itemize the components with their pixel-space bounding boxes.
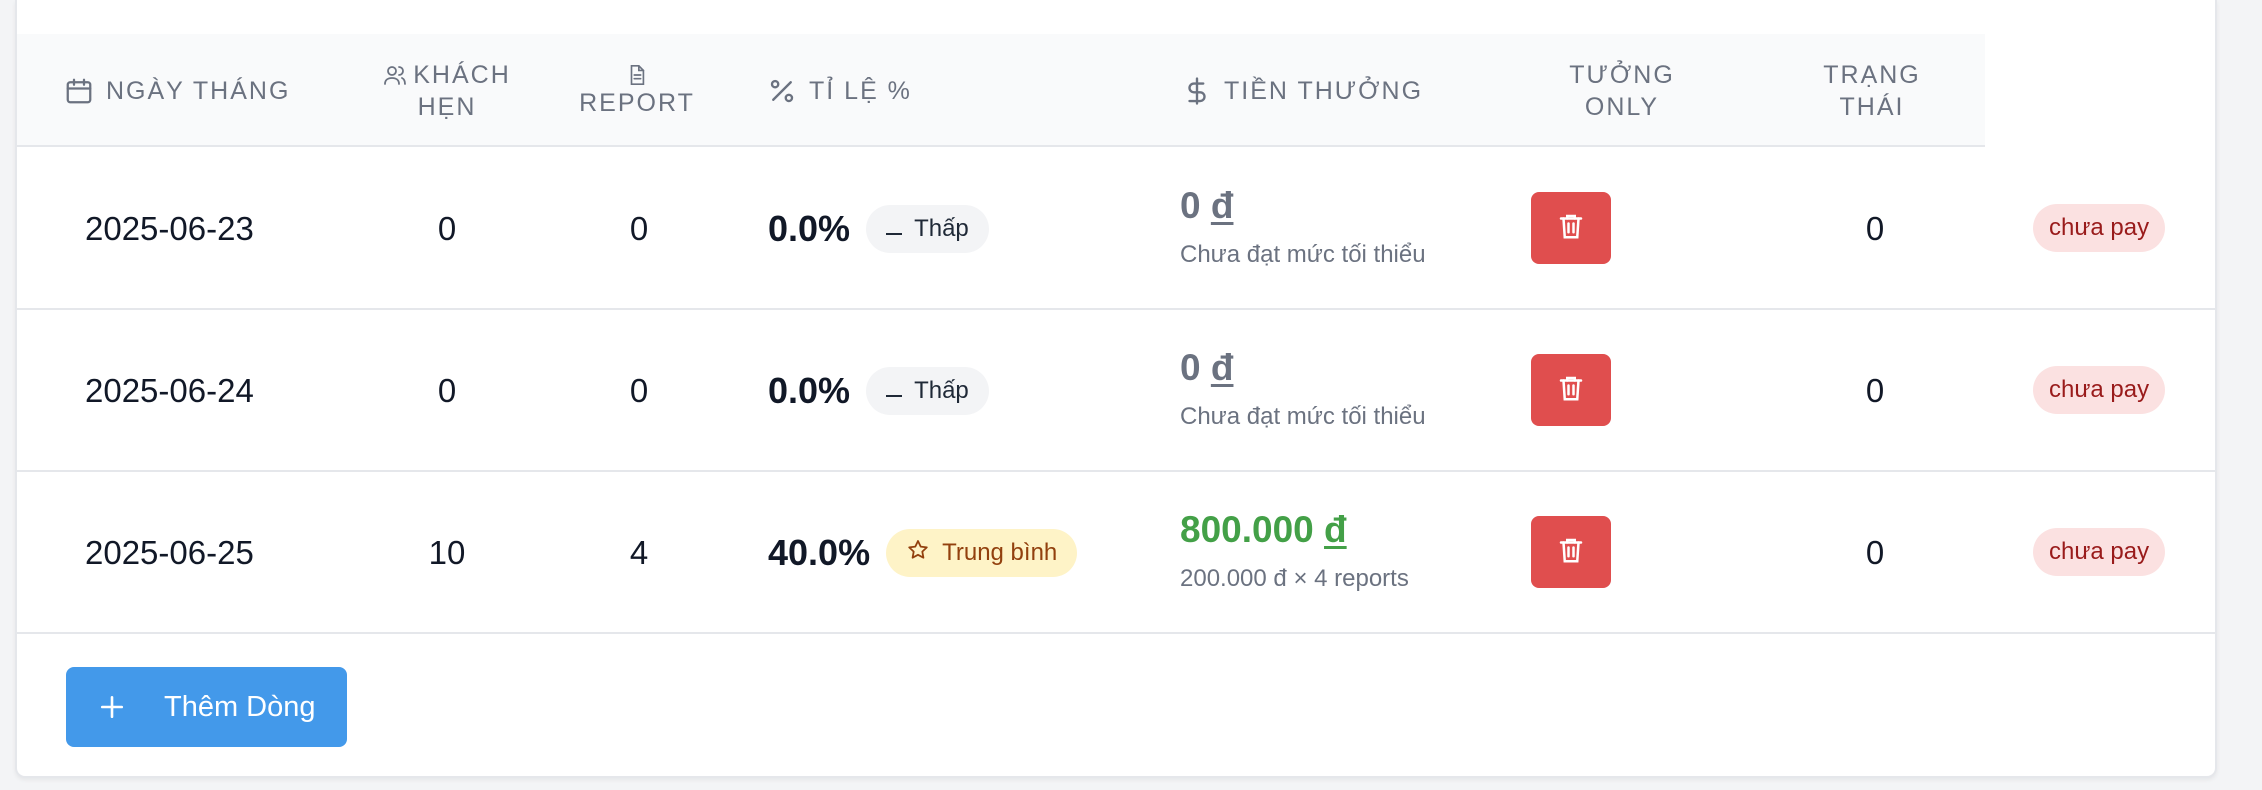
table-header: Ngày tháng Khách hẹn Report Tỉ lệ %: [17, 34, 1985, 147]
plus-icon: [99, 694, 132, 720]
row-divider: [17, 632, 2217, 634]
row-tuong-only: 0: [1865, 210, 1885, 247]
row-divider: [17, 308, 2217, 310]
bonus-amount-value: 800.000: [1180, 509, 1314, 550]
header-rate-label: Tỉ lệ %: [809, 76, 912, 105]
header-tuong-only-line2: only: [1584, 92, 1660, 121]
bonus-note: Chưa đạt mức tối thiểu: [1180, 241, 1426, 268]
rate-value: 0.0%: [768, 370, 851, 411]
header-report-label: Report: [579, 88, 695, 117]
row-tuong-only: 0: [1865, 534, 1885, 571]
percent-icon: [767, 76, 797, 106]
add-row-button[interactable]: Thêm Dòng: [66, 667, 347, 747]
row-bonus: 0 đ Chưa đạt mức tối thiểu: [1180, 347, 1426, 431]
daily-report-table: Ngày tháng Khách hẹn Report Tỉ lệ %: [15, 0, 2217, 778]
row-tuong-only: 0: [1865, 372, 1885, 409]
header-tuong-only: Tưởng only: [1517, 34, 1727, 147]
rate-level-label: Trung bình: [942, 539, 1058, 566]
dash-icon: [886, 215, 903, 243]
row-rate: 40.0% Trung bình: [768, 528, 1078, 578]
header-status-line2: thái: [1839, 92, 1905, 121]
bonus-amount-value: 0: [1180, 185, 1201, 226]
row-reports: 0: [629, 210, 649, 247]
rate-level-badge: Thấp: [866, 367, 989, 415]
row-date: 2025-06-23: [85, 210, 254, 247]
star-icon: [906, 538, 930, 569]
rate-value: 0.0%: [768, 208, 851, 249]
header-report: Report: [557, 34, 717, 147]
bonus-currency: đ: [1210, 347, 1234, 388]
bonus-amount: 0 đ: [1180, 347, 1426, 389]
dash-icon: [886, 377, 903, 405]
bonus-currency: đ: [1210, 185, 1234, 226]
header-status-line1: Trạng: [1823, 60, 1921, 89]
bonus-note: Chưa đạt mức tối thiểu: [1180, 403, 1426, 430]
row-rate: 0.0% Thấp: [768, 366, 989, 416]
rate-level-badge: Thấp: [866, 205, 989, 253]
row-date: 2025-06-24: [85, 372, 254, 409]
row-bonus: 800.000 đ 200.000 đ × 4 reports: [1180, 509, 1409, 593]
bonus-amount: 0 đ: [1180, 185, 1426, 227]
dollar-icon: [1182, 75, 1212, 107]
delete-row-button[interactable]: [1531, 192, 1611, 264]
header-bonus-label: Tiền thưởng: [1224, 76, 1424, 105]
delete-row-button[interactable]: [1531, 516, 1611, 588]
rate-level-label: Thấp: [914, 215, 969, 242]
header-date-label: Ngày tháng: [106, 76, 291, 105]
calendar-icon: [64, 76, 94, 106]
trash-icon: [1556, 210, 1586, 247]
bonus-amount: 800.000 đ: [1180, 509, 1409, 551]
row-customers: 0: [437, 372, 457, 409]
bonus-amount-value: 0: [1180, 347, 1201, 388]
row-reports: 4: [629, 534, 649, 571]
row-bonus: 0 đ Chưa đạt mức tối thiểu: [1180, 185, 1426, 269]
rate-level-label: Thấp: [914, 377, 969, 404]
header-customers: Khách hẹn: [357, 34, 537, 147]
row-customers: 0: [437, 210, 457, 247]
status-badge: chưa pay: [2033, 366, 2166, 414]
add-row-label: Thêm Dòng: [164, 690, 316, 723]
status-badge: chưa pay: [2033, 528, 2166, 576]
header-bonus: Tiền thưởng: [1182, 34, 1462, 147]
header-customers-line2: hẹn: [417, 92, 477, 121]
users-icon: [383, 63, 407, 87]
trash-icon: [1556, 372, 1586, 409]
row-rate: 0.0% Thấp: [768, 204, 989, 254]
row-reports: 0: [629, 372, 649, 409]
document-icon: [626, 63, 648, 87]
bonus-note: 200.000 đ × 4 reports: [1180, 565, 1409, 592]
rate-value: 40.0%: [768, 532, 871, 573]
bonus-currency: đ: [1324, 509, 1347, 550]
header-date: Ngày tháng: [64, 34, 314, 147]
trash-icon: [1556, 534, 1586, 571]
row-divider: [17, 470, 2217, 472]
header-status: Trạng thái: [1767, 34, 1977, 147]
delete-row-button[interactable]: [1531, 354, 1611, 426]
rate-level-badge: Trung bình: [886, 529, 1078, 577]
status-badge: chưa pay: [2033, 204, 2166, 252]
header-rate: Tỉ lệ %: [767, 34, 967, 147]
header-customers-line1: Khách: [413, 60, 511, 89]
row-customers: 10: [428, 534, 466, 571]
header-tuong-only-line1: Tưởng: [1569, 60, 1675, 89]
row-date: 2025-06-25: [85, 534, 254, 571]
